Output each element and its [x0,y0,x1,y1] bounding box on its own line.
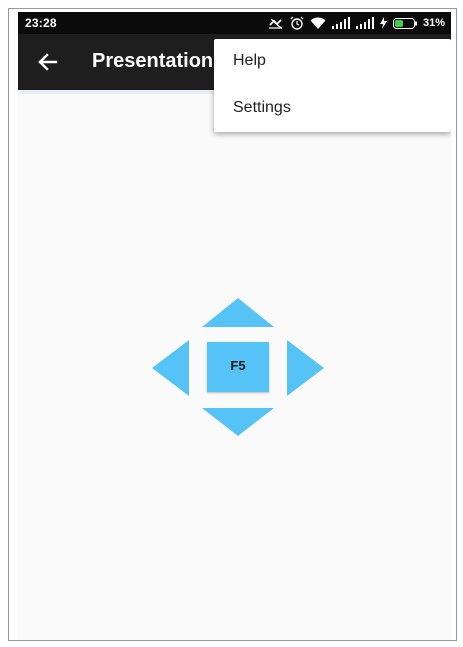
up-arrow-button[interactable] [202,298,274,327]
presentation-remote-dpad: F5 [152,298,324,438]
wifi-icon [310,17,326,30]
f5-label: F5 [230,358,246,373]
signal-icon [355,17,374,29]
left-arrow-button[interactable] [152,340,189,396]
status-time: 23:28 [25,16,57,30]
battery-percent: 31% [422,17,445,29]
data-saver-icon [268,16,284,30]
menu-item-label: Settings [233,99,291,116]
signal-icon [331,17,350,29]
menu-item-help[interactable]: Help [214,39,451,85]
arrow-left-icon [34,53,62,80]
down-arrow-button[interactable] [202,408,274,436]
status-icons: 31% [268,15,445,31]
back-button[interactable] [34,48,62,76]
page-title: Presentation [92,50,214,72]
menu-item-label: Help [233,52,266,69]
menu-item-settings[interactable]: Settings [214,86,451,132]
battery-icon [392,17,417,29]
f5-start-button[interactable]: F5 [207,342,269,392]
status-bar: 23:28 31% [18,12,451,34]
alarm-icon [290,16,304,30]
phone-screen: 23:28 31% Presentation Help Settings F5 [18,12,451,640]
overflow-menu: Help Settings [214,39,451,132]
right-arrow-button[interactable] [287,340,324,396]
charging-icon [379,17,387,29]
